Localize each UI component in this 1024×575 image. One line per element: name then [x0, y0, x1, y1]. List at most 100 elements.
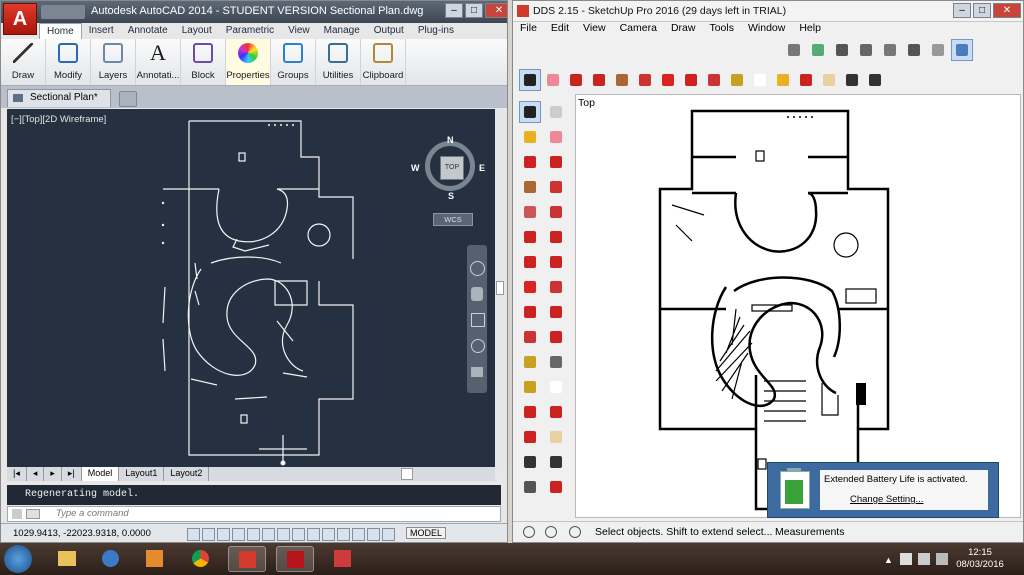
menu-file[interactable]: File — [513, 21, 544, 37]
zoom-window-button[interactable] — [545, 451, 567, 473]
nav-first-button[interactable]: |◂ — [7, 467, 27, 481]
credits-icon[interactable] — [545, 526, 557, 538]
change-setting-link[interactable]: Change Setting... — [850, 494, 923, 505]
pan-icon[interactable] — [471, 287, 483, 301]
taskbar-layout[interactable] — [324, 546, 362, 572]
three-point-arc-button[interactable] — [519, 251, 541, 273]
orbit-button[interactable] — [795, 69, 817, 91]
new-tab-button[interactable] — [119, 91, 137, 107]
menu-window[interactable]: Window — [741, 21, 792, 37]
quick-access-toolbar[interactable] — [41, 5, 85, 19]
rotate-button[interactable] — [519, 301, 541, 323]
arc-button[interactable] — [588, 69, 610, 91]
eraser-button[interactable] — [545, 126, 567, 148]
top-view-button[interactable] — [807, 39, 829, 61]
wcs-menu[interactable]: WCS — [433, 213, 473, 226]
steering-wheel-icon[interactable] — [470, 261, 485, 276]
start-button[interactable] — [4, 545, 32, 573]
menu-edit[interactable]: Edit — [544, 21, 576, 37]
rectangle-button[interactable] — [519, 176, 541, 198]
circle-button[interactable] — [519, 201, 541, 223]
pie-button[interactable] — [545, 251, 567, 273]
text-button[interactable] — [749, 69, 771, 91]
select-button[interactable] — [519, 69, 541, 91]
ducs-icon[interactable] — [307, 528, 320, 541]
ribbon-tab-home[interactable]: Home — [39, 23, 82, 39]
network-icon[interactable] — [918, 553, 930, 565]
orbit-button[interactable] — [519, 426, 541, 448]
taskbar-chrome[interactable] — [182, 546, 220, 572]
line-button[interactable] — [519, 151, 541, 173]
otrack-icon[interactable] — [292, 528, 305, 541]
polygon-button[interactable] — [545, 201, 567, 223]
osnap-icon[interactable] — [262, 528, 275, 541]
lineweight-icon[interactable] — [337, 528, 350, 541]
show-hidden-icons[interactable]: ▲ — [884, 555, 893, 565]
command-prompt-icon[interactable] — [26, 509, 40, 519]
autocad-drawing-viewport[interactable]: [−][Top][2D Wireframe] TOP N S E W WCS — [7, 109, 495, 467]
left-view-button[interactable] — [903, 39, 925, 61]
sketchup-model-viewport[interactable]: Top — [575, 94, 1021, 518]
ribbon-tab-layout[interactable]: Layout — [175, 23, 219, 39]
ribbon-tab-annotate[interactable]: Annotate — [121, 23, 175, 39]
menu-draw[interactable]: Draw — [664, 21, 703, 37]
zoom-extents-button[interactable] — [519, 476, 541, 498]
transparency-icon[interactable] — [352, 528, 365, 541]
nav-next-button[interactable]: ▸ — [44, 467, 62, 481]
taskbar-clock[interactable]: 12:15 08/03/2016 — [950, 547, 1010, 571]
push-pull-button[interactable] — [545, 276, 567, 298]
ribbon-button-annotati[interactable]: A Annotati... — [136, 39, 181, 85]
move-button[interactable] — [657, 69, 679, 91]
menu-tools[interactable]: Tools — [702, 21, 741, 37]
protractor-button[interactable] — [519, 376, 541, 398]
model-space-toggle[interactable]: MODEL — [406, 527, 447, 539]
layout-tab-model[interactable]: Model — [81, 467, 120, 481]
zoom-button[interactable] — [519, 451, 541, 473]
two-point-arc-button[interactable] — [545, 226, 567, 248]
right-view-button[interactable] — [855, 39, 877, 61]
follow-me-button[interactable] — [545, 301, 567, 323]
scale-button[interactable] — [703, 69, 725, 91]
quick-properties-icon[interactable] — [367, 528, 380, 541]
section-plane-button[interactable] — [951, 39, 973, 61]
nav-prev-button[interactable]: ◂ — [27, 467, 45, 481]
rotated-rectangle-button[interactable] — [545, 176, 567, 198]
zoom-extents-3d-button[interactable] — [927, 39, 949, 61]
command-input[interactable]: Type a command — [56, 508, 129, 519]
close-button[interactable]: ✕ — [993, 3, 1021, 18]
minimize-button[interactable]: – — [953, 3, 971, 18]
zoom-window-button[interactable] — [864, 69, 886, 91]
maximize-button[interactable]: □ — [973, 3, 991, 18]
command-line[interactable]: Type a command — [7, 506, 501, 522]
selection-cycling-icon[interactable] — [382, 528, 395, 541]
rotate-button[interactable] — [680, 69, 702, 91]
layout-tab-layout1[interactable]: Layout1 — [119, 467, 165, 481]
rectangle-button[interactable] — [611, 69, 633, 91]
close-button[interactable]: ✕ — [485, 3, 507, 18]
taskbar-media[interactable] — [92, 546, 130, 572]
menu-view[interactable]: View — [576, 21, 613, 37]
eraser-button[interactable] — [542, 69, 564, 91]
taskbar-explorer[interactable] — [48, 546, 86, 572]
action-center-icon[interactable] — [900, 553, 912, 565]
freehand-button[interactable] — [545, 151, 567, 173]
ribbon-button-properties[interactable]: Properties — [226, 39, 271, 85]
ribbon-tab-plug-ins[interactable]: Plug-ins — [411, 23, 461, 39]
text-button[interactable] — [545, 376, 567, 398]
line-button[interactable] — [565, 69, 587, 91]
layout-tab-layout2[interactable]: Layout2 — [164, 467, 210, 481]
close-command-icon[interactable] — [12, 509, 22, 519]
taskbar-sketchup[interactable] — [228, 546, 266, 572]
ribbon-button-layers[interactable]: Layers — [91, 39, 136, 85]
ribbon-button-draw[interactable]: Draw — [1, 39, 46, 85]
menu-help[interactable]: Help — [792, 21, 828, 37]
tape-measure-button[interactable] — [726, 69, 748, 91]
ribbon-button-utilities[interactable]: Utilities — [316, 39, 361, 85]
polar-icon[interactable] — [247, 528, 260, 541]
ribbon-button-modify[interactable]: Modify — [46, 39, 91, 85]
viewcube-top-face[interactable]: TOP — [440, 156, 464, 180]
snap-icon[interactable] — [202, 528, 215, 541]
paint-bucket-button[interactable] — [772, 69, 794, 91]
infer-constraints-icon[interactable] — [187, 528, 200, 541]
tape-measure-button[interactable] — [519, 351, 541, 373]
